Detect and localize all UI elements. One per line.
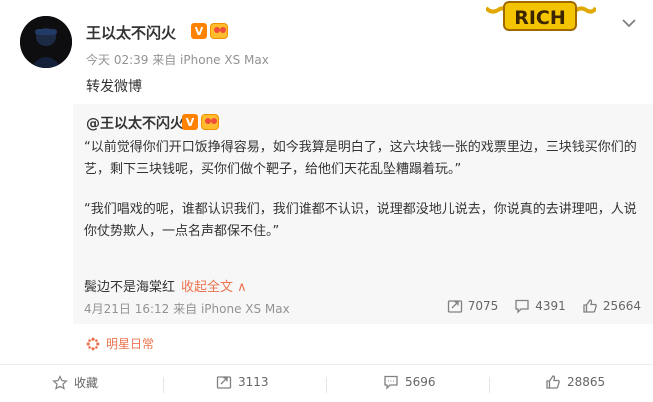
action-bar: 收藏 3113 5696 28865 (0, 364, 653, 402)
verified-icon: V (191, 23, 207, 39)
repost-paragraph: “以前觉得你们开口饭挣得容易，如今我算是明白了，这六块钱一张的戏票里边，三块钱买… (84, 140, 637, 177)
repost-count: 3113 (238, 375, 269, 389)
post-time[interactable]: 今天 02:39 (86, 53, 148, 67)
post-text: 转发微博 (86, 79, 142, 95)
comment-icon (515, 299, 529, 314)
repost-share-button[interactable]: 7075 (447, 298, 499, 314)
comment-icon (384, 375, 398, 390)
repost-meta: 4月21日 16:12 来自 iPhone XS Max (84, 300, 290, 317)
post-header: 王以太不闪火 V 今天 02:39 来自 iPhone XS Max 转发微博 … (0, 0, 653, 100)
repost-tail: 鬓边不是海棠红 收起全文 ∧ (84, 276, 247, 295)
repost-paragraph: “我们唱戏的呢，谁都认识我们，我们谁都不认识，说理都没地儿说去，你说真的去讲理吧… (84, 202, 637, 239)
avatar[interactable] (20, 16, 72, 68)
post-meta: 今天 02:39 来自 iPhone XS Max (86, 51, 269, 68)
repost-body: “以前觉得你们开口饭挣得容易，如今我算是明白了，这六块钱一张的戏票里边，三块钱买… (84, 137, 642, 261)
repost-comment-count: 4391 (535, 299, 566, 313)
collapse-link[interactable]: 收起全文 ∧ (181, 280, 247, 295)
repost-author-badges: V (182, 114, 219, 130)
star-burst-icon (86, 337, 100, 350)
author-name[interactable]: 王以太不闪火 (86, 22, 176, 43)
avatar-image (20, 16, 72, 68)
like-count: 28865 (567, 375, 606, 389)
repost-share-count: 7075 (467, 299, 499, 313)
repost-author[interactable]: @王以太不闪火 (86, 113, 184, 133)
star-icon (52, 374, 68, 390)
comment-count: 5696 (405, 375, 436, 389)
repost-button[interactable]: 3113 (216, 374, 269, 390)
separator (163, 377, 164, 393)
repost-like-button[interactable]: 25664 (582, 298, 641, 314)
reposted-weibo: @王以太不闪火 V “以前觉得你们开口饭挣得容易，如今我算是明白了，这六块钱一张… (73, 104, 653, 324)
topic-tag[interactable]: 明星日常 (86, 335, 154, 352)
member-badge-icon (201, 114, 219, 130)
share-icon (447, 300, 462, 313)
like-button[interactable]: 28865 (545, 374, 605, 390)
thumbs-up-icon (546, 375, 560, 389)
separator (326, 377, 327, 393)
chevron-down-icon[interactable] (620, 14, 638, 32)
comment-button[interactable]: 5696 (383, 374, 436, 390)
share-icon (216, 376, 232, 389)
repost-source: 来自 iPhone XS Max (173, 302, 290, 316)
favorite-label: 收藏 (74, 376, 99, 390)
repost-comment-button[interactable]: 4391 (514, 298, 566, 314)
separator (489, 377, 490, 393)
repost-tail-text: 鬓边不是海棠红 (84, 280, 176, 295)
rich-decoration-icon: RICH (486, 1, 596, 31)
author-badges: V (191, 23, 228, 39)
post-source: 来自 iPhone XS Max (152, 53, 269, 67)
repost-time[interactable]: 4月21日 16:12 (84, 302, 169, 316)
rich-label: RICH (514, 7, 566, 29)
member-badge-icon (210, 23, 228, 39)
topic-label: 明星日常 (106, 337, 155, 351)
repost-actions: 7075 4391 25664 (447, 298, 641, 314)
repost-like-count: 25664 (602, 299, 641, 313)
favorite-button[interactable]: 收藏 (52, 374, 98, 391)
verified-icon: V (182, 114, 198, 130)
thumbs-up-icon (583, 299, 597, 313)
